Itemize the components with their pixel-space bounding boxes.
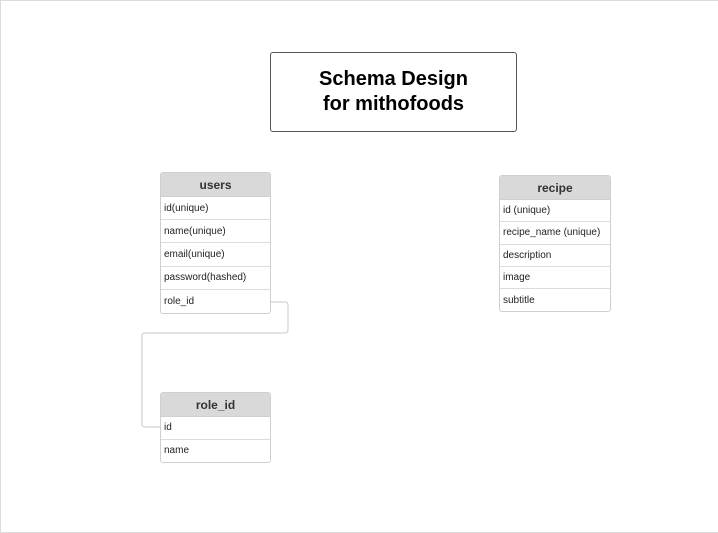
entity-field: email(unique) <box>161 243 270 267</box>
entity-field: password(hashed) <box>161 267 270 290</box>
entity-field: id (unique) <box>500 200 610 223</box>
entity-field: name <box>164 445 190 457</box>
entity-recipe[interactable]: recipe id (unique) recipe_name (unique) … <box>499 175 611 313</box>
entity-header: users <box>161 173 270 197</box>
entity-users[interactable]: users id(unique) name(unique) email(uniq… <box>160 172 271 314</box>
diagram-title-line-2: for mithofoods <box>322 93 465 115</box>
entity-header: role_id <box>161 393 270 417</box>
entity-field: recipe_name (unique) <box>500 222 610 245</box>
entity-field: description <box>500 245 610 267</box>
entity-field: subtitle <box>503 294 535 306</box>
entity-role-id[interactable]: role_id id name <box>160 392 271 463</box>
diagram-canvas: Schema Design for mithofoods users id(un… <box>0 0 718 533</box>
diagram-title-box[interactable]: Schema Design for mithofoods <box>270 52 517 132</box>
entity-field: image <box>500 267 610 290</box>
entity-field: id <box>161 417 270 440</box>
entity-field: name(unique) <box>161 220 270 244</box>
entity-header: recipe <box>500 176 610 200</box>
entity-field: role_id <box>164 295 195 307</box>
entity-field: id(unique) <box>161 197 270 221</box>
diagram-title-line-1: Schema Design <box>319 68 468 90</box>
